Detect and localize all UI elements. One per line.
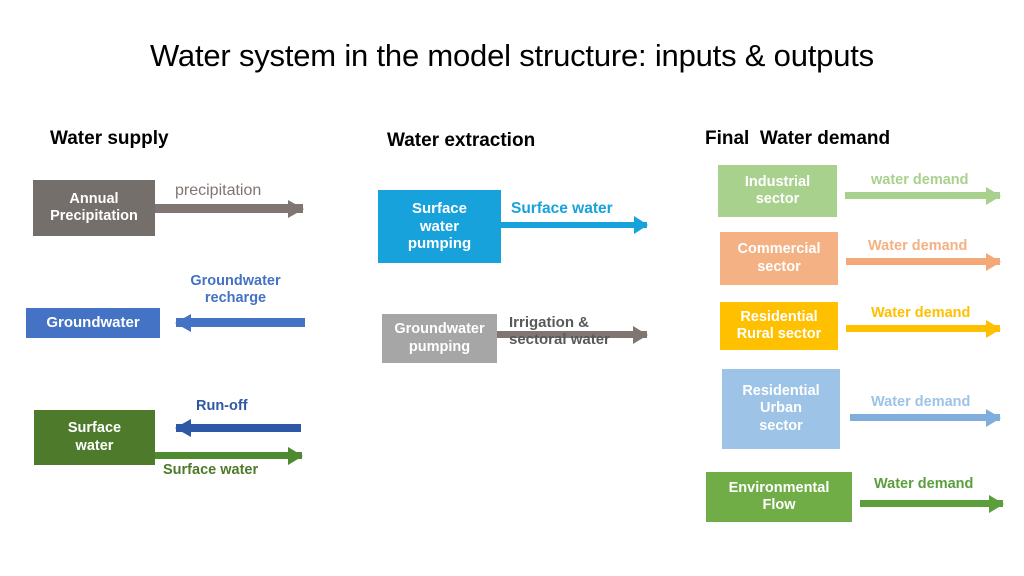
arrow-shaft	[155, 424, 302, 431]
slide-canvas: Water system in the model structure: inp…	[0, 0, 1024, 576]
arrow-label-environmental-flow-water-demand: Water demand	[874, 476, 974, 492]
arrow-environmental-flow-water-demand	[860, 494, 1004, 513]
arrow-label-residential-rural-water-demand: Water demand	[871, 305, 971, 321]
arrow-label-industrial-water-demand: water demand	[871, 172, 969, 188]
box-residential-urban-sector[interactable]: Residential Urban sector	[722, 369, 840, 449]
section-heading-water-extraction: Water extraction	[387, 130, 536, 151]
arrow-shaft	[846, 325, 1000, 332]
arrow-head-right-icon	[288, 199, 304, 218]
arrow-label-residential-urban-water-demand: Water demand	[871, 394, 971, 410]
arrow-shaft	[155, 452, 302, 459]
box-environmental-flow[interactable]: Environmental Flow	[706, 472, 852, 522]
arrow-head-left-icon	[175, 313, 191, 332]
arrow-label-precipitation: precipitation	[175, 182, 262, 199]
section-heading-water-supply: Water supply	[50, 128, 169, 149]
arrow-surface-water-extraction	[501, 216, 648, 234]
arrow-shaft	[155, 204, 303, 213]
arrow-label-surface-water-extraction: Surface water	[511, 200, 613, 217]
box-surface-water-pumping[interactable]: Surface water pumping	[378, 190, 501, 263]
arrow-shaft	[850, 414, 1000, 421]
arrow-shaft	[501, 222, 647, 228]
arrow-label-commercial-water-demand: Water demand	[868, 238, 968, 254]
box-commercial-sector[interactable]: Commercial sector	[720, 232, 838, 285]
arrow-head-right-icon	[986, 319, 1001, 338]
arrow-surface-water-supply	[155, 424, 302, 431]
arrow-residential-urban-water-demand	[850, 408, 1001, 427]
section-heading-final-water-demand: Final Water demand	[705, 128, 891, 149]
arrow-label-groundwater-recharge: Groundwater recharge	[190, 273, 281, 306]
arrow-label-run-off: Run-off	[196, 398, 248, 414]
arrow-shaft	[860, 500, 1003, 507]
page-title: Water system in the model structure: inp…	[150, 38, 874, 73]
arrow-commercial-water-demand	[846, 252, 1001, 271]
box-groundwater[interactable]: Groundwater	[26, 308, 160, 338]
arrow-head-right-icon	[634, 216, 648, 234]
arrow-label-surface-water-supply: Surface water	[163, 462, 259, 478]
arrow-label-irrigation-sectoral-water: Irrigation & sectoral water	[509, 314, 610, 349]
arrow-shaft	[176, 318, 305, 327]
arrow-head-right-icon	[986, 408, 1001, 427]
arrow-shaft	[846, 258, 1000, 265]
arrow-precipitation	[155, 199, 304, 218]
box-residential-rural-sector[interactable]: Residential Rural sector	[720, 302, 838, 350]
arrow-head-right-icon	[989, 494, 1004, 513]
arrow-head-right-icon	[288, 446, 303, 465]
arrow-residential-rural-water-demand	[846, 319, 1001, 338]
box-industrial-sector[interactable]: Industrial sector	[718, 165, 837, 217]
arrow-industrial-water-demand	[845, 186, 1001, 205]
arrow-groundwater-recharge	[175, 313, 305, 332]
arrow-surface-water-downstream	[155, 446, 303, 465]
arrow-head-right-icon	[986, 186, 1001, 205]
arrow-head-right-icon	[986, 252, 1001, 271]
arrow-shaft	[845, 192, 1000, 199]
box-groundwater-pumping-overlay: Groundwater pumping	[382, 314, 497, 363]
box-annual-precipitation[interactable]: Annual Precipitation	[33, 180, 155, 236]
arrow-head-right-icon	[633, 325, 648, 344]
box-surface-water[interactable]: Surface water	[34, 410, 155, 465]
